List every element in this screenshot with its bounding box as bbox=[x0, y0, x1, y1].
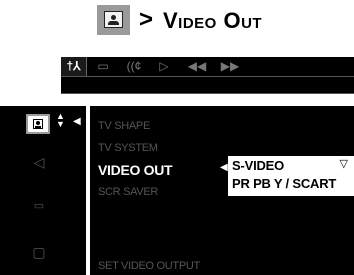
play-icon[interactable]: ▷ bbox=[153, 57, 175, 76]
settings-icon[interactable]: †⅄ bbox=[61, 57, 87, 76]
up-down-icon[interactable]: ▲ ▼ bbox=[56, 112, 65, 129]
forward-icon[interactable]: ▶▶ bbox=[216, 57, 244, 76]
rewind-icon[interactable]: ◀◀ bbox=[183, 57, 211, 76]
left-arrow-icon[interactable]: ◀ bbox=[73, 116, 81, 127]
menu-item-tv-shape[interactable]: TV SHAPE bbox=[98, 120, 150, 132]
page-heading: > Video Out bbox=[0, 0, 354, 42]
menu-divider bbox=[86, 106, 90, 275]
option-left-arrow-icon[interactable]: ◀ bbox=[220, 162, 228, 173]
video-out-options[interactable]: S-VIDEO ▽ PR PB Y / SCART bbox=[228, 156, 354, 196]
status-hint: SET VIDEO OUTPUT bbox=[98, 260, 200, 272]
setup-panel: ◁ ▭ ▢ ▲ ▼ ◀ TV SHAPE TV SYSTEM VIDEO OUT … bbox=[0, 106, 354, 275]
chat-icon[interactable]: ▭ bbox=[27, 196, 51, 216]
menubar-divider bbox=[61, 76, 354, 77]
category-sidebar: ◁ ▭ ▢ bbox=[0, 106, 54, 275]
speaker-icon[interactable]: ◁ bbox=[27, 152, 51, 172]
dropdown-icon[interactable]: ▽ bbox=[340, 157, 348, 170]
menu-item-video-out[interactable]: VIDEO OUT bbox=[98, 162, 173, 178]
briefcase-icon[interactable]: ▢ bbox=[27, 242, 51, 262]
heading-separator: > bbox=[139, 6, 154, 33]
page-title: Video Out bbox=[163, 8, 263, 33]
option-s-video[interactable]: S-VIDEO bbox=[232, 158, 284, 173]
menubar-bottom-line bbox=[61, 93, 354, 94]
option-scart[interactable]: PR PB Y / SCART bbox=[232, 176, 336, 191]
menu-item-scr-saver[interactable]: SCR SAVER bbox=[98, 186, 158, 198]
audio-icon[interactable]: ((¢ bbox=[121, 57, 147, 76]
top-menu-bar: †⅄ ▭ ((¢ ▷ ◀◀ ▶▶ bbox=[61, 57, 354, 94]
menu-item-tv-system[interactable]: TV SYSTEM bbox=[98, 142, 158, 154]
subtitle-icon[interactable]: ▭ bbox=[93, 57, 113, 76]
video-out-screen: > Video Out †⅄ ▭ ((¢ ▷ ◀◀ ▶▶ ◁ ▭ ▢ ▲ ▼ ◀ … bbox=[0, 0, 354, 275]
picture-icon[interactable] bbox=[26, 114, 50, 134]
picture-setup-icon bbox=[97, 5, 130, 35]
